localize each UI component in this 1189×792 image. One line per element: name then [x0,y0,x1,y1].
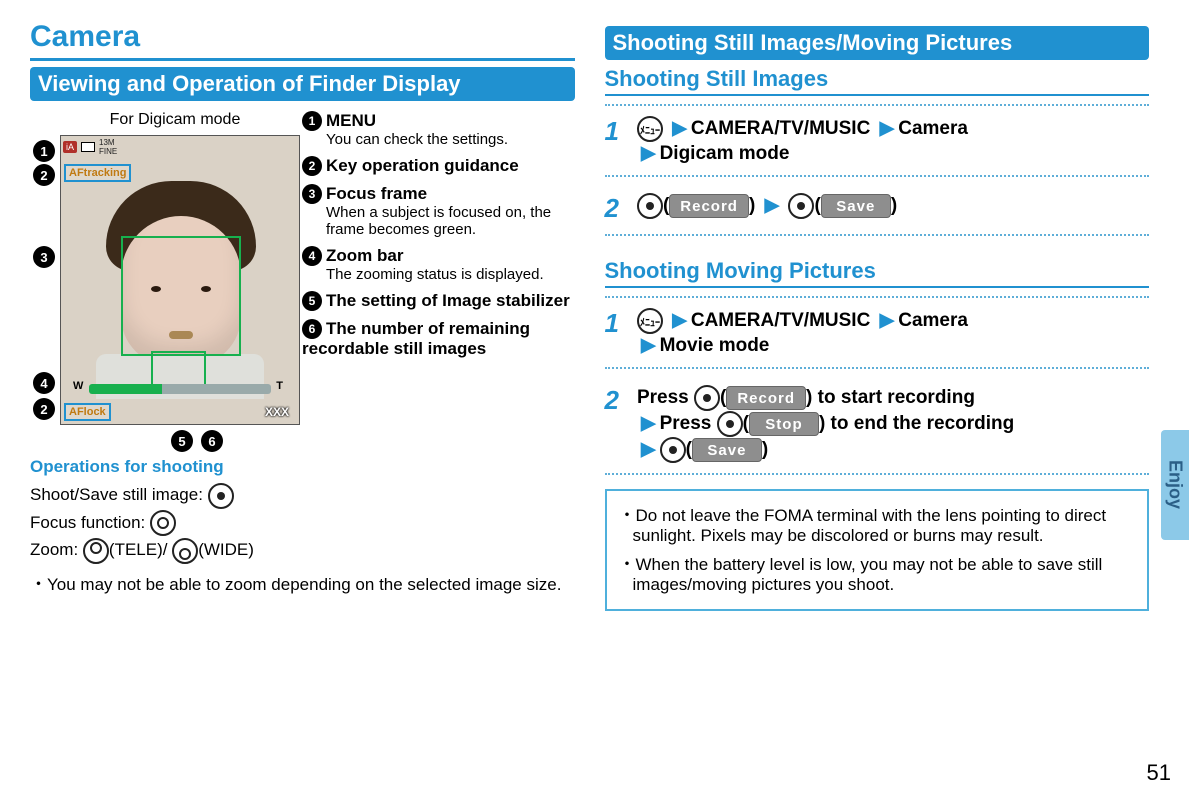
step-number: 2 [605,193,633,224]
callout-3: 3 [33,246,55,268]
operations-list: Shoot/Save still image: Focus function: … [30,481,575,564]
finder-top-icons: iA 13MFINE [61,136,299,158]
still-images-heading: Shooting Still Images [605,66,1150,96]
moving-pictures-heading: Shooting Moving Pictures [605,258,1150,288]
down-key-icon-2 [172,538,198,564]
finder-caption: For Digicam mode [60,111,290,129]
center-key-icon [788,193,814,219]
op-focus: Focus function: [30,509,575,537]
right-column: Shooting Still Images/Moving Pictures Sh… [595,20,1160,782]
menu-key-icon: ﾒﾆｭｰ [637,308,663,334]
callout-4: 4 [33,372,55,394]
center-key-icon [694,385,720,411]
still-step-2: 2 (Record) ▶ (Save) [605,183,1150,236]
arrow-icon: ▶ [876,118,899,139]
save-button-label: Save [821,194,891,218]
arrow-icon: ▶ [637,143,660,164]
op-shoot: Shoot/Save still image: [30,481,575,509]
callout-1: 1 [33,140,55,162]
save-button-label: Save [692,438,762,462]
section-tab-enjoy: Enjoy [1161,430,1189,540]
manual-page: Camera Viewing and Operation of Finder D… [0,0,1189,792]
step-number: 1 [605,308,633,339]
remaining-count: XXX [265,405,289,419]
section-heading-viewing: Viewing and Operation of Finder Display [30,67,575,101]
center-key-icon [208,483,234,509]
warning-box: ・Do not leave the FOMA terminal with the… [605,489,1150,611]
record-button-label: Record [726,386,806,410]
af-tracking-label: AFtracking [64,164,131,182]
arrow-icon: ▶ [761,195,784,216]
legend-item-6: 6The number of remaining recordable stil… [302,319,575,359]
finder-display: iA 13MFINE AFtracking AFlock XXX 1 [60,135,300,425]
zoom-bar [89,384,271,394]
page-title: Camera [30,20,575,61]
legend-item-1: 1MENUYou can check the settings. [302,111,575,148]
legend-item-5: 5The setting of Image stabilizer [302,291,575,311]
section-heading-shooting: Shooting Still Images/Moving Pictures [605,26,1150,60]
focus-frame-large [121,236,241,356]
record-button-label: Record [669,194,749,218]
resolution-icon: 13MFINE [99,138,117,156]
legend-item-2: 2Key operation guidance [302,156,575,176]
center-key-icon [660,437,686,463]
op-zoom: Zoom: (TELE)/ (WIDE) [30,536,575,564]
warning-item: ・When the battery level is low, you may … [619,550,1136,595]
af-lock-label: AFlock [64,403,111,421]
arrow-icon: ▶ [637,335,660,356]
left-column: Camera Viewing and Operation of Finder D… [20,20,585,782]
up-key-icon [83,538,109,564]
movie-step-2: 2 Press (Record) to start recording ▶Pre… [605,375,1150,475]
callout-6: 6 [201,430,223,452]
ia-icon: iA [63,141,77,153]
center-key-icon [637,193,663,219]
finder-and-legend: For Digicam mode iA 13MFINE AFtracking A… [30,111,575,425]
callout-2b: 2 [33,398,55,420]
arrow-icon: ▶ [668,310,691,331]
arrow-icon: ▶ [637,413,660,434]
step-number: 1 [605,116,633,147]
center-key-icon [717,411,743,437]
arrow-icon: ▶ [668,118,691,139]
step-number: 2 [605,385,633,416]
finder-figure: For Digicam mode iA 13MFINE AFtracking A… [30,111,290,425]
operations-heading: Operations for shooting [30,457,575,477]
still-step-1: 1 ﾒﾆｭｰ ▶CAMERA/TV/MUSIC ▶Camera ▶Digicam… [605,104,1150,177]
aspect-icon [81,142,95,152]
callout-2a: 2 [33,164,55,186]
movie-step-1: 1 ﾒﾆｭｰ ▶CAMERA/TV/MUSIC ▶Camera ▶Movie m… [605,296,1150,369]
finder-legend: 1MENUYou can check the settings. 2Key op… [302,111,575,425]
zoom-note: ・You may not be able to zoom depending o… [30,570,575,595]
legend-item-3: 3Focus frameWhen a subject is focused on… [302,184,575,238]
down-key-icon [150,510,176,536]
stop-button-label: Stop [749,412,819,436]
page-number: 51 [1147,760,1171,786]
arrow-icon: ▶ [876,310,899,331]
arrow-icon: ▶ [637,439,660,460]
callout-5: 5 [171,430,193,452]
warning-item: ・Do not leave the FOMA terminal with the… [619,501,1136,546]
menu-key-icon: ﾒﾆｭｰ [637,116,663,142]
legend-item-4: 4Zoom barThe zooming status is displayed… [302,246,575,283]
